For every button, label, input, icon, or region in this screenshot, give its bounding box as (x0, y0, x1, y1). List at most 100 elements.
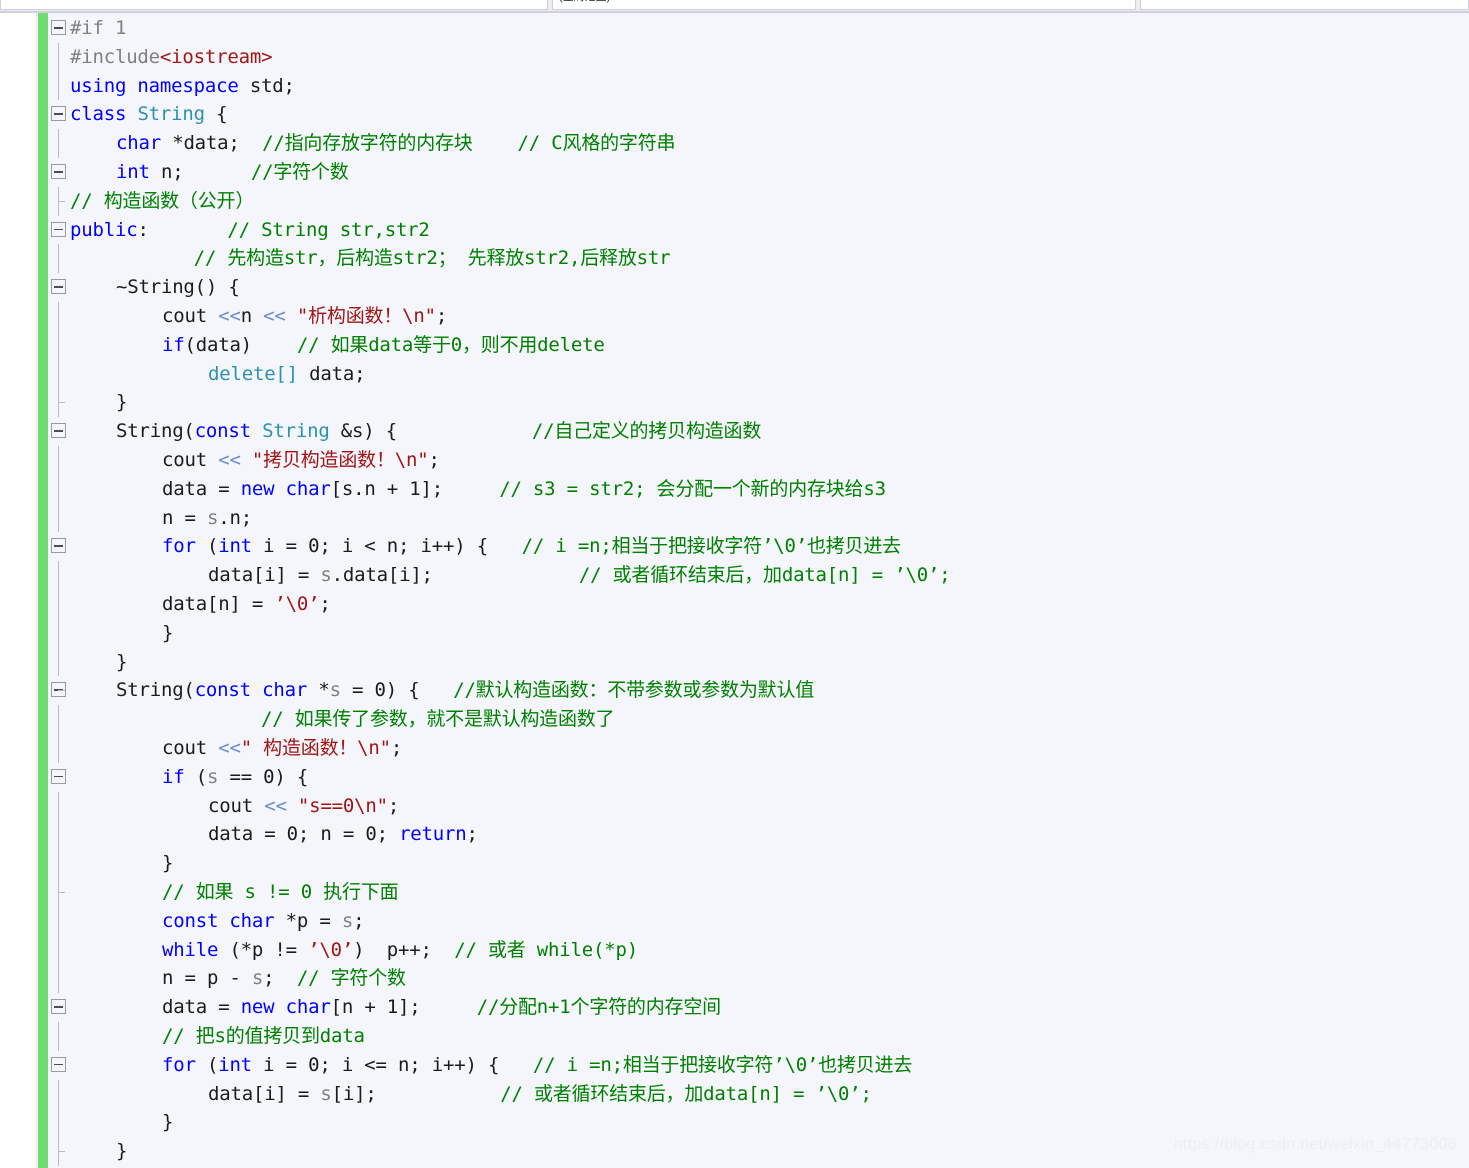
code-token: const char (194, 679, 308, 702)
outlining-guide-line (58, 618, 59, 648)
code-line[interactable]: } (116, 648, 127, 677)
code-token: } (162, 1111, 174, 1134)
code-token: ; (466, 823, 478, 846)
code-line[interactable]: // 构造函数（公开） (70, 187, 254, 216)
code-token: //字符个数 (250, 161, 349, 183)
code-token: if (162, 765, 185, 788)
code-line[interactable]: data = 0; n = 0; return; (208, 820, 478, 849)
code-token: const char (162, 909, 275, 932)
code-line[interactable]: } (162, 849, 173, 878)
code-line[interactable]: cout <<" 构造函数！\n"; (162, 734, 402, 763)
code-line[interactable]: } (162, 619, 173, 648)
code-token: << (264, 794, 298, 817)
code-text-area[interactable]: #if 1 #include<iostream> using namespace s… (70, 13, 1469, 1168)
code-line[interactable]: // 把s的值拷贝到data (162, 1022, 365, 1051)
code-token: // 或者循环结束后，加data[n] = ’\0’; (500, 1082, 872, 1105)
code-line[interactable]: class String { (70, 100, 228, 129)
outlining-guide-line (58, 302, 59, 331)
code-token: // 如果 s != 0 执行下面 (162, 881, 399, 903)
code-line[interactable]: } (162, 1108, 173, 1137)
code-line[interactable]: for (int i = 0; i <= n; i++) { // i =n;相… (162, 1051, 912, 1080)
code-line[interactable]: int n; //字符个数 (116, 158, 349, 187)
code-line[interactable]: n = p - s; // 字符个数 (162, 964, 406, 993)
code-token: //指向存放字符的内存块 // C风格的字符串 (262, 132, 676, 155)
outlining-guide-line (58, 474, 59, 504)
collapse-region-icon[interactable] (51, 423, 66, 439)
collapse-region-icon[interactable] (51, 999, 66, 1015)
outlining-guide-line (58, 791, 59, 821)
collapse-region-icon[interactable] (51, 1056, 66, 1072)
collapse-region-icon[interactable] (51, 768, 66, 784)
code-line[interactable]: data[i] = s.data[i]; // 或者循环结束后，加data[n]… (208, 561, 951, 590)
code-token: s (341, 909, 354, 932)
code-token: s (320, 1082, 332, 1105)
code-line[interactable]: String(const char *s = 0) { //默认构造函数：不带参… (116, 676, 814, 705)
collapse-region-icon[interactable] (51, 221, 66, 237)
code-token: &s) { (329, 420, 532, 443)
code-line[interactable]: if (s == 0) { (162, 763, 308, 792)
extra-dropdown[interactable] (1140, 0, 1469, 10)
code-token: n (240, 305, 264, 327)
code-line[interactable]: data = new char[n + 1]; //分配n+1个字符的内存空间 (162, 993, 721, 1022)
code-token: <iostream> (159, 45, 273, 68)
code-line[interactable]: cout << "拷贝构造函数！\n"; (162, 446, 440, 475)
code-token: ) p++; (353, 938, 455, 961)
code-line[interactable]: public: // String str,str2 (70, 216, 430, 245)
code-line[interactable]: #if 1 (70, 14, 126, 43)
code-line[interactable]: data[i] = s[i]; // 或者循环结束后，加data[n] = ’\… (208, 1080, 872, 1109)
code-line[interactable]: } (116, 1137, 127, 1166)
code-token: // 构造函数（公开） (70, 189, 255, 212)
code-token: data[n] = (162, 593, 275, 615)
code-line[interactable]: data = new char[s.n + 1]; // s3 = str2; … (162, 475, 886, 504)
code-line[interactable]: // 如果 s != 0 执行下面 (162, 878, 399, 907)
code-line[interactable]: ~String() { (116, 273, 240, 302)
selection-margin[interactable] (0, 13, 37, 1168)
code-line[interactable]: #include<iostream> (70, 43, 273, 72)
code-token: s (251, 967, 264, 990)
code-editor[interactable]: #if 1 #include<iostream> using namespace s… (0, 13, 1469, 1168)
code-token: "拷贝构造函数！\n" (251, 449, 429, 471)
outlining-guide-line (58, 734, 59, 763)
code-line[interactable]: String(const String &s) { //自己定义的拷贝构造函数 (116, 417, 761, 446)
code-token: data = (162, 996, 241, 1019)
code-line[interactable]: if(data) // 如果data等于0，则不用delete (162, 331, 605, 360)
code-token: s (329, 679, 341, 702)
code-line[interactable]: for (int i = 0; i < n; i++) { // i =n;相当… (162, 532, 901, 561)
collapse-region-icon[interactable] (51, 279, 66, 295)
outlining-guide-line (58, 359, 59, 389)
scope-dropdown[interactable] (0, 0, 548, 10)
outlining-margin[interactable] (48, 13, 70, 1168)
code-token: //默认构造函数：不带参数或参数为默认值 (453, 679, 815, 702)
code-token: << (263, 305, 297, 327)
code-line[interactable]: } (116, 388, 127, 417)
code-line[interactable]: cout <<n << "析构函数！\n"; (162, 302, 447, 331)
code-token: ; (428, 449, 440, 471)
code-line[interactable]: // 如果传了参数，就不是默认构造函数了 (70, 705, 615, 734)
collapse-region-icon[interactable] (51, 20, 66, 35)
code-token: class (70, 103, 138, 126)
code-token: n; (149, 161, 251, 183)
code-token: int (218, 1053, 252, 1076)
outlining-guide-line (58, 1079, 59, 1109)
code-token: } (162, 621, 174, 644)
code-line[interactable]: cout << "s==0\n"; (208, 792, 399, 821)
code-line[interactable]: // 先构造str，后构造str2； 先释放str2,后释放str (70, 244, 671, 273)
code-line[interactable]: char *data; //指向存放字符的内存块 // C风格的字符串 (116, 129, 676, 158)
code-token: { (204, 103, 228, 126)
code-line[interactable]: delete[] data; (208, 360, 366, 389)
collapse-region-icon[interactable] (51, 106, 66, 122)
code-token: cout (162, 737, 219, 759)
code-line[interactable]: using namespace std; (70, 72, 295, 101)
member-dropdown[interactable]: (全局范围) (552, 0, 1136, 10)
code-token: } (162, 852, 174, 875)
code-token: cout (162, 305, 219, 327)
code-line[interactable]: n = s.n; (162, 504, 252, 533)
code-token: (data) (184, 333, 297, 356)
code-token: ; (435, 305, 448, 327)
collapse-region-icon[interactable] (51, 538, 66, 554)
code-token: ( (195, 535, 219, 558)
code-line[interactable]: data[n] = ’\0’; (162, 590, 331, 619)
code-line[interactable]: while (*p != ’\0’) p++; // 或者 while(*p) (162, 936, 638, 965)
code-line[interactable]: const char *p = s; (162, 907, 365, 936)
collapse-region-icon[interactable] (51, 164, 66, 179)
